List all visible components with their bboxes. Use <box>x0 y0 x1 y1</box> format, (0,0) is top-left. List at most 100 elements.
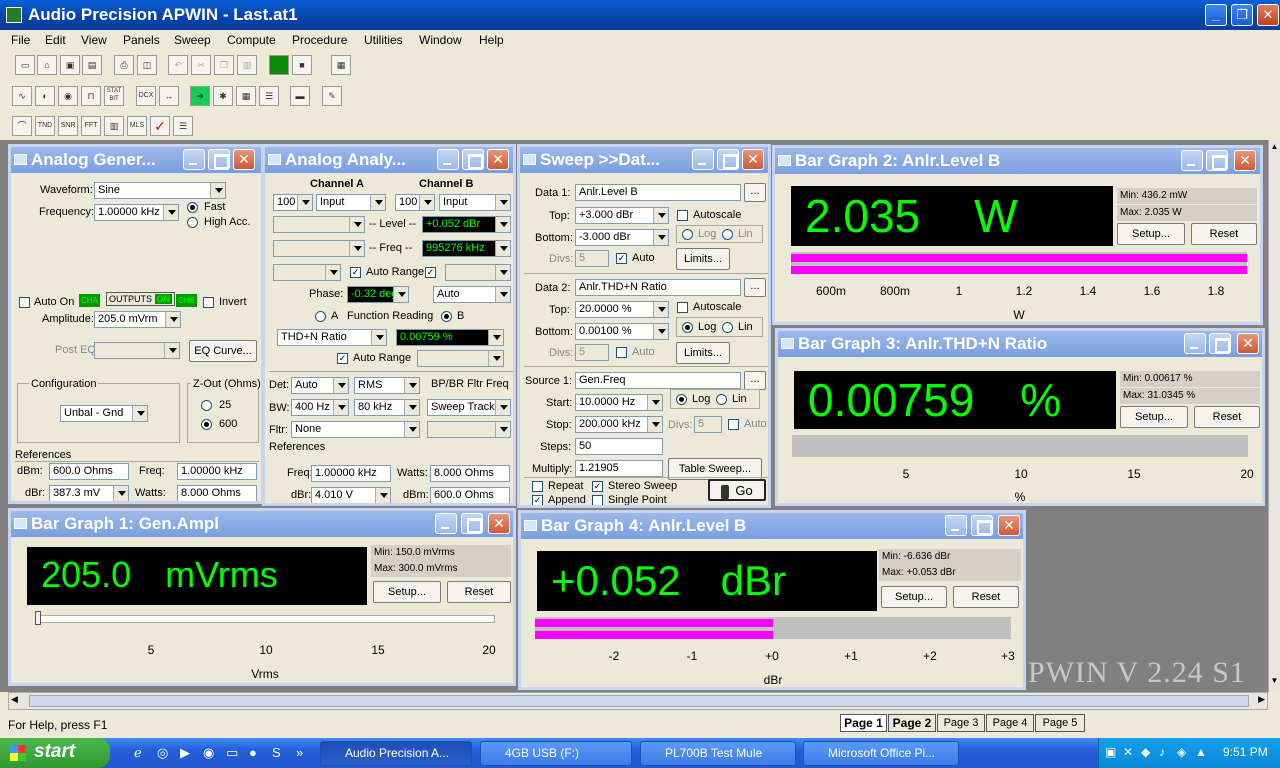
usb-icon[interactable]: ◆ <box>1141 745 1150 759</box>
autoscale2-checkbox[interactable] <box>677 302 688 313</box>
lin1-radio[interactable] <box>722 229 733 240</box>
auto2-checkbox[interactable] <box>616 347 627 358</box>
dbr-field[interactable]: 4.010 V <box>311 487 391 503</box>
phase-reading[interactable]: -0.32 deg <box>347 286 409 303</box>
bar-graph-icon[interactable]: ▬ <box>290 86 310 106</box>
waveform-select[interactable]: Sine <box>94 182 226 199</box>
menu-file[interactable]: File <box>11 33 30 47</box>
run-icon[interactable] <box>269 55 289 75</box>
maximize-button[interactable] <box>208 149 230 170</box>
cut-icon[interactable]: ✂ <box>191 55 211 75</box>
data1-field[interactable]: Anlr.Level B <box>575 184 741 201</box>
menu-compute[interactable]: Compute <box>227 33 276 47</box>
tab-page-3[interactable]: Page 3 <box>937 714 985 732</box>
scroll-left-icon[interactable]: ◀ <box>11 694 18 705</box>
task-usb-drive[interactable]: 4GB USB (F:) <box>480 741 632 766</box>
zout-600-radio[interactable] <box>201 419 212 430</box>
data2-browse-button[interactable]: ... <box>744 278 766 297</box>
list-icon[interactable]: ☰ <box>173 116 193 136</box>
check-icon[interactable]: ✓ <box>150 116 170 136</box>
print-icon[interactable]: ⎙ <box>114 55 134 75</box>
close-button[interactable]: ✕ <box>1237 333 1259 354</box>
auto1-checkbox[interactable]: ✓ <box>616 253 627 264</box>
stop-icon[interactable]: ■ <box>292 55 312 75</box>
channel-a-range[interactable]: 100 <box>273 194 313 211</box>
reset-button[interactable]: Reset <box>1194 406 1260 428</box>
steps-field[interactable]: 50 <box>575 438 663 455</box>
channel-a-input[interactable]: Input <box>316 194 386 211</box>
dbr-field[interactable]: 387.3 mV <box>49 485 129 501</box>
shield-icon[interactable]: ▲ <box>1195 745 1207 759</box>
horizontal-scrollbar[interactable]: ◀ ▶ <box>8 692 1268 710</box>
snr-icon[interactable]: SNR <box>58 116 78 136</box>
generator-icon[interactable]: ∿ <box>12 86 32 106</box>
channel-b-range[interactable]: 100 <box>395 194 435 211</box>
function-b-radio[interactable] <box>441 311 452 322</box>
minimize-button[interactable] <box>437 149 459 170</box>
copy-icon[interactable]: ❐ <box>214 55 234 75</box>
start-field[interactable]: 10.0000 Hz <box>575 394 663 411</box>
meter-icon[interactable]: ◉ <box>58 86 78 106</box>
divs2-field[interactable]: 5 <box>575 344 609 361</box>
minimize-button[interactable]: _ <box>1205 4 1227 26</box>
sweep-icon[interactable]: ➔ <box>190 86 210 106</box>
repeat-checkbox[interactable] <box>532 481 543 492</box>
tab-page-4[interactable]: Page 4 <box>986 714 1034 732</box>
reset-button[interactable]: Reset <box>953 586 1019 608</box>
function-a-radio[interactable] <box>315 311 326 322</box>
source1-browse-button[interactable]: ... <box>744 371 766 390</box>
zout-25-radio[interactable] <box>201 400 212 411</box>
menu-edit[interactable]: Edit <box>45 33 66 47</box>
lin3-radio[interactable] <box>716 394 727 405</box>
tnd-icon[interactable]: TND <box>35 116 55 136</box>
minimize-button[interactable] <box>183 149 205 170</box>
eq-curve-button[interactable]: EQ Curve... <box>189 340 257 362</box>
restore-button[interactable]: ❐ <box>1231 4 1253 26</box>
outputs-button[interactable]: OUTPUTS ON <box>106 292 176 306</box>
freq-ref-field[interactable]: 1.00000 kHz <box>311 465 391 482</box>
update-icon[interactable]: ◈ <box>1177 745 1186 759</box>
task-audio-precision[interactable]: Audio Precision A... <box>320 741 472 766</box>
setup-button[interactable]: Setup... <box>1120 406 1188 428</box>
mls-icon[interactable]: MLS <box>127 116 147 136</box>
fft-icon[interactable]: FFT <box>81 116 101 136</box>
setup-button[interactable]: Setup... <box>1117 223 1185 245</box>
divs3-field[interactable]: 5 <box>694 416 722 433</box>
freq-reading[interactable]: 995276 kHz <box>422 240 511 257</box>
go-button[interactable]: Go <box>708 479 766 501</box>
high-acc-radio[interactable] <box>187 217 198 228</box>
paste-icon[interactable]: ▥ <box>237 55 257 75</box>
post-eq-select[interactable] <box>94 342 180 359</box>
quick-launch-firefox-icon[interactable]: ● <box>249 745 257 760</box>
switcher-icon[interactable]: ↔ <box>159 86 179 106</box>
maximize-button[interactable] <box>461 513 483 534</box>
digital-icon[interactable]: ⊓ <box>81 86 101 106</box>
top1-field[interactable]: +3.000 dBr <box>575 207 669 224</box>
auto3-checkbox[interactable] <box>728 419 739 430</box>
menu-window[interactable]: Window <box>419 33 462 47</box>
watts-field[interactable]: 8.000 Ohms <box>430 465 510 482</box>
close-button[interactable]: ✕ <box>1234 150 1256 171</box>
scroll-thumb[interactable] <box>29 695 1249 707</box>
divs1-field[interactable]: 5 <box>575 250 609 267</box>
fast-radio[interactable] <box>187 202 198 213</box>
limits2-button[interactable]: Limits... <box>676 342 730 364</box>
reset-button[interactable]: Reset <box>1191 223 1257 245</box>
function-reading[interactable]: 0.00759 % <box>396 329 504 346</box>
multiply-field[interactable]: 1.21905 <box>575 460 663 477</box>
phase-mode-select[interactable]: Auto <box>433 286 511 303</box>
quick-launch-media-icon[interactable]: ▶ <box>180 745 190 761</box>
plot-icon[interactable]: ⌒ <box>12 116 32 136</box>
menu-view[interactable]: View <box>81 33 107 47</box>
save-all-icon[interactable]: ▤ <box>82 55 102 75</box>
frequency-field[interactable]: 1.00000 kHz <box>94 204 179 221</box>
limits1-button[interactable]: Limits... <box>676 248 730 270</box>
source1-field[interactable]: Gen.Freq <box>575 372 741 389</box>
top2-field[interactable]: 20.0000 % <box>575 301 669 318</box>
bottom1-field[interactable]: -3.000 dBr <box>575 229 669 246</box>
quick-launch-folder-icon[interactable]: ▭ <box>226 745 238 761</box>
log3-radio[interactable] <box>676 394 687 405</box>
start-button[interactable]: start <box>0 738 110 768</box>
quick-launch-outlook-icon[interactable]: ◎ <box>157 745 168 761</box>
log1-radio[interactable] <box>682 229 693 240</box>
